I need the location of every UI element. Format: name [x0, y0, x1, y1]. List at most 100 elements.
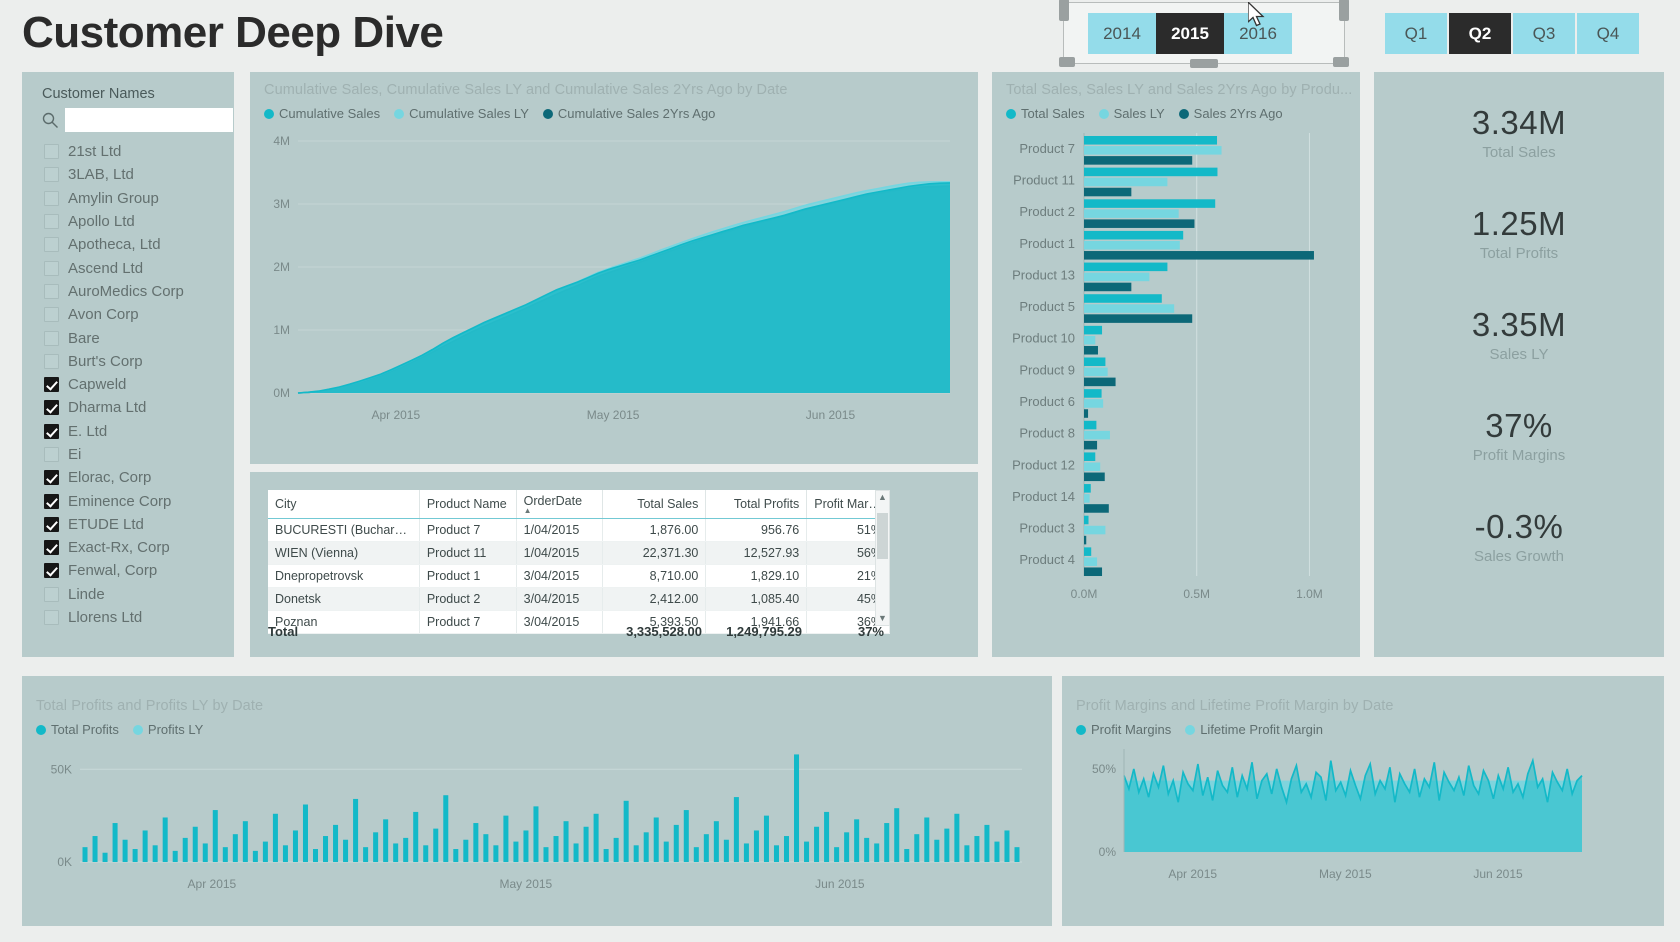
quarter-chip-q4[interactable]: Q4	[1577, 13, 1639, 54]
legend-item-total-sales[interactable]: Total Sales	[1006, 106, 1085, 121]
customer-list-item[interactable]: Ei	[44, 443, 234, 466]
table-scrollbar[interactable]: ▲ ▼	[875, 490, 890, 626]
customer-checkbox[interactable]	[44, 144, 59, 160]
customer-checkbox[interactable]	[44, 516, 59, 532]
customer-checkbox[interactable]	[44, 610, 59, 626]
quarter-slicer[interactable]: Q1 Q2 Q3 Q4	[1385, 13, 1641, 54]
customer-checkbox[interactable]	[44, 283, 59, 299]
legend-item-profit-margins[interactable]: Profit Margins	[1076, 722, 1171, 737]
customer-checkbox[interactable]	[44, 540, 59, 556]
customer-checkbox[interactable]	[44, 423, 59, 439]
table-column-header[interactable]: Total Sales	[602, 490, 707, 519]
customer-list-item[interactable]: Apotheca, Ltd	[44, 233, 234, 256]
resize-handle-bottom-left[interactable]	[1059, 57, 1075, 67]
customer-list-item[interactable]: Apollo Ltd	[44, 210, 234, 233]
quarter-chip-q1[interactable]: Q1	[1385, 13, 1447, 54]
customer-list-item[interactable]: Exact-Rx, Corp	[44, 536, 234, 559]
table-column-header[interactable]: Product Name	[419, 490, 517, 519]
scrollbar-thumb[interactable]	[877, 513, 888, 559]
legend-item-sales-ly[interactable]: Sales LY	[1098, 106, 1165, 121]
customer-label: Apollo Ltd	[68, 213, 135, 231]
customer-list[interactable]: 21st Ltd 3LAB, Ltd Amylin Group Apollo Ltd A…	[22, 132, 234, 629]
legend-item-profits-ly[interactable]: Profits LY	[132, 722, 203, 737]
customer-checkbox[interactable]	[44, 563, 59, 579]
legend-label-lifetime-margin: Lifetime Profit Margin	[1200, 722, 1324, 737]
resize-handle-bottom-right[interactable]	[1333, 57, 1349, 67]
customer-list-item[interactable]: Eminence Corp	[44, 489, 234, 512]
customer-checkbox[interactable]	[44, 470, 59, 486]
customer-list-item[interactable]: E. Ltd	[44, 420, 234, 443]
customer-checkbox[interactable]	[44, 353, 59, 369]
quarter-chip-q2[interactable]: Q2	[1449, 13, 1511, 54]
sales-by-product-chart-panel: Total Sales, Sales LY and Sales 2Yrs Ago…	[992, 72, 1360, 657]
customer-list-item[interactable]: Avon Corp	[44, 303, 234, 326]
profit-margins-plot[interactable]: 0% 50% Apr 2015 May 2015 Jun 2015	[1062, 737, 1664, 907]
customer-label: Burt's Corp	[68, 352, 143, 370]
table-row[interactable]: BUCURESTI (Bucharest) Product 7 1/04/2015 1…	[268, 518, 890, 542]
customer-list-item[interactable]: 3LAB, Ltd	[44, 163, 234, 186]
table-column-header[interactable]: OrderDate ▲	[516, 490, 604, 519]
customer-list-item[interactable]: Capweld	[44, 373, 234, 396]
legend-item-sales-2yrs[interactable]: Sales 2Yrs Ago	[1178, 106, 1283, 121]
year-chip-2014[interactable]: 2014	[1088, 13, 1156, 54]
customer-checkbox[interactable]	[44, 214, 59, 230]
mouse-cursor-icon	[1248, 2, 1265, 27]
table-body[interactable]: BUCURESTI (Bucharest) Product 7 1/04/2015 1…	[268, 518, 890, 634]
customer-list-item[interactable]: Burt's Corp	[44, 350, 234, 373]
table-cell: 1,829.10	[705, 564, 808, 588]
legend-swatch-cumulative-sales-2yrs	[542, 108, 553, 119]
customer-list-item[interactable]: Dharma Ltd	[44, 396, 234, 419]
table-row[interactable]: Donetsk Product 2 3/04/2015 2,412.00 1,085.4…	[268, 587, 890, 611]
table-row[interactable]: Dnepropetrovsk Product 1 3/04/2015 8,710.00…	[268, 564, 890, 588]
customer-checkbox[interactable]	[44, 330, 59, 346]
legend-item-cumulative-sales-ly[interactable]: Cumulative Sales LY	[394, 106, 529, 121]
customer-checkbox[interactable]	[44, 307, 59, 323]
sales-by-product-plot[interactable]: Product 7 Product 11 Product 2 Product 1 Pro…	[992, 121, 1360, 641]
kpi-value: 3.35M	[1471, 306, 1567, 343]
cumulative-sales-plot[interactable]: 0M 1M 2M 3M 4M Apr 2015 May 2015 Jun 2015	[250, 121, 978, 451]
svg-text:May 2015: May 2015	[587, 408, 640, 422]
customer-list-item[interactable]: AuroMedics Corp	[44, 280, 234, 303]
customer-list-item[interactable]: Llorens Ltd	[44, 606, 234, 629]
kpi-label: Total Sales	[1482, 144, 1556, 161]
customer-checkbox[interactable]	[44, 377, 59, 393]
customer-list-item[interactable]: Bare	[44, 326, 234, 349]
customer-checkbox[interactable]	[44, 400, 59, 416]
customer-list-item[interactable]: Ascend Ltd	[44, 256, 234, 279]
table-row[interactable]: WIEN (Vienna) Product 11 1/04/2015 22,371.3…	[268, 541, 890, 565]
resize-handle-top-right[interactable]	[1339, 0, 1349, 21]
table-column-header[interactable]: City	[268, 490, 420, 519]
scroll-up-icon[interactable]: ▲	[876, 491, 889, 504]
legend-item-cumulative-sales-2yrs[interactable]: Cumulative Sales 2Yrs Ago	[542, 106, 716, 121]
legend-item-lifetime-margin[interactable]: Lifetime Profit Margin	[1185, 722, 1323, 737]
customer-list-item[interactable]: Linde	[44, 583, 234, 606]
resize-handle-bottom-center[interactable]	[1190, 59, 1218, 68]
year-chip-2015[interactable]: 2015	[1156, 13, 1224, 54]
customer-list-item[interactable]: ETUDE Ltd	[44, 513, 234, 536]
legend-item-profits[interactable]: Total Profits	[36, 722, 119, 737]
resize-handle-top-left[interactable]	[1059, 0, 1069, 21]
customer-checkbox[interactable]	[44, 586, 59, 602]
table-cell: 22,371.30	[602, 541, 707, 565]
customer-list-item[interactable]: 21st Ltd	[44, 140, 234, 163]
table-column-header[interactable]: Total Profits	[705, 490, 808, 519]
customer-checkbox[interactable]	[44, 167, 59, 183]
legend-item-cumulative-sales[interactable]: Cumulative Sales	[264, 106, 380, 121]
customer-list-item[interactable]: Amylin Group	[44, 187, 234, 210]
total-profits-plot[interactable]: 0K 50K Apr 2015 May 2015 Jun 2015	[22, 737, 1052, 907]
table-header-row[interactable]: City Product Name OrderDate ▲ Total Sales Tot…	[268, 490, 890, 519]
search-icon[interactable]	[42, 112, 59, 129]
customer-search-input[interactable]	[65, 108, 233, 132]
customer-checkbox[interactable]	[44, 260, 59, 276]
customer-list-item[interactable]: Elorac, Corp	[44, 466, 234, 489]
customer-checkbox[interactable]	[44, 493, 59, 509]
table-cell: 3/04/2015	[516, 564, 604, 588]
customer-list-item[interactable]: Fenwal, Corp	[44, 559, 234, 582]
sales-detail-table[interactable]: City Product Name OrderDate ▲ Total Sales Tot…	[268, 490, 890, 634]
customer-checkbox[interactable]	[44, 237, 59, 253]
legend-label-cumulative-sales-2yrs: Cumulative Sales 2Yrs Ago	[557, 106, 716, 121]
quarter-chip-q3[interactable]: Q3	[1513, 13, 1575, 54]
customer-label: 3LAB, Ltd	[68, 166, 134, 184]
customer-checkbox[interactable]	[44, 190, 59, 206]
customer-checkbox[interactable]	[44, 447, 59, 462]
